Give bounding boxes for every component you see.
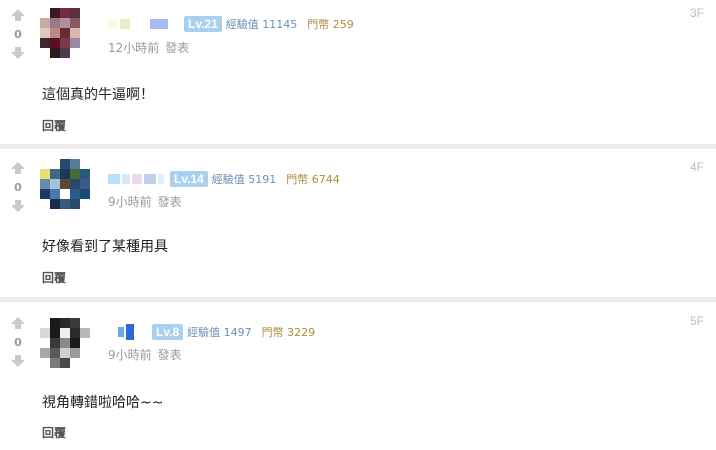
upvote-arrow-icon[interactable] [8, 316, 28, 330]
user-meta: Lv.21 經驗值 11145 門幣 259 [108, 15, 354, 33]
level-badge: Lv.14 [170, 171, 208, 187]
username-blurred[interactable] [108, 324, 148, 340]
vote-score: 0 [14, 336, 22, 349]
upvote-arrow-icon[interactable] [8, 161, 28, 175]
coin-info: 門幣 3229 [261, 326, 316, 339]
floor-number: 4F [689, 160, 704, 174]
avatar[interactable] [40, 8, 92, 60]
user-meta: Lv.8 經驗值 1497 門幣 3229 [108, 323, 315, 341]
username-blurred[interactable] [108, 172, 166, 186]
comment-item: 0 Lv.8 經驗值 1497 門幣 3229 9小時前 發表 5F 視角轉錯啦… [0, 302, 716, 448]
level-badge: Lv.21 [184, 16, 222, 32]
coin-info: 門幣 6744 [286, 173, 340, 186]
vote-score: 0 [14, 181, 22, 194]
exp-info: 經驗值 11145 [225, 18, 298, 31]
comment-item: 0 Lv.21 經驗值 11145 門幣 259 12小時前 發表 3F 這個真… [0, 0, 716, 146]
coin-info: 門幣 259 [307, 18, 354, 31]
post-time: 9小時前 發表 [108, 348, 182, 362]
avatar[interactable] [40, 318, 92, 370]
reply-button[interactable]: 回覆 [42, 424, 66, 441]
downvote-arrow-icon[interactable] [8, 199, 28, 213]
vote-score: 0 [14, 28, 22, 41]
reply-button[interactable]: 回覆 [42, 117, 66, 134]
comment-text: 好像看到了某種用具 [42, 239, 168, 255]
comment-text: 這個真的牛逼啊！ [42, 87, 154, 103]
exp-info: 經驗值 5191 [211, 173, 277, 186]
comment-item: 0 Lv.14 經驗值 5191 門幣 6744 9小時前 發表 4F 好像看到… [0, 149, 716, 295]
post-time: 9小時前 發表 [108, 195, 182, 209]
username-blurred[interactable] [108, 17, 180, 31]
floor-number: 3F [689, 6, 704, 20]
floor-number: 5F [689, 314, 704, 328]
reply-button[interactable]: 回覆 [42, 269, 66, 286]
downvote-arrow-icon[interactable] [8, 354, 28, 368]
avatar[interactable] [40, 159, 92, 211]
exp-info: 經驗值 1497 [187, 326, 252, 339]
comment-text: 視角轉錯啦哈哈~~ [42, 395, 164, 411]
user-meta: Lv.14 經驗值 5191 門幣 6744 [108, 170, 340, 188]
post-time: 12小時前 發表 [108, 41, 190, 55]
level-badge: Lv.8 [152, 324, 184, 340]
downvote-arrow-icon[interactable] [8, 46, 28, 60]
upvote-arrow-icon[interactable] [8, 8, 28, 22]
